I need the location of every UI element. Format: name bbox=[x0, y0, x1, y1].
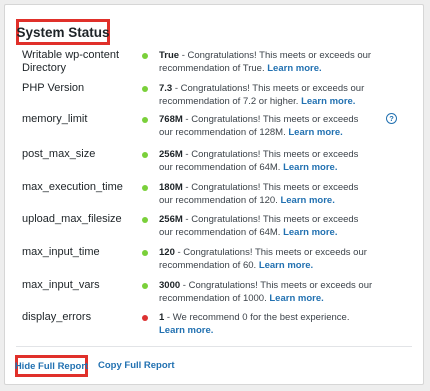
status-ok-icon bbox=[142, 86, 148, 92]
status-value: 256M bbox=[159, 214, 183, 225]
status-ok-icon bbox=[142, 217, 148, 223]
status-ok-icon bbox=[142, 283, 148, 289]
status-label: max_input_vars bbox=[22, 279, 100, 291]
question-circle-icon[interactable]: ? bbox=[386, 113, 397, 124]
status-ok-icon bbox=[142, 185, 148, 191]
status-label: max_execution_time bbox=[22, 181, 123, 193]
status-text: - We recommend 0 for the best experience… bbox=[164, 312, 350, 323]
learn-more-link[interactable]: Learn more. bbox=[259, 260, 313, 271]
status-ok-icon bbox=[142, 117, 148, 123]
status-label: display_errors bbox=[22, 311, 92, 323]
learn-more-link[interactable]: Learn more. bbox=[159, 325, 213, 336]
status-label: PHP Version bbox=[22, 82, 85, 94]
copy-full-report-link[interactable]: Copy Full Report bbox=[98, 360, 175, 371]
status-message: 120 - Congratulations! This meets or exc… bbox=[159, 246, 374, 272]
status-label: memory_limit bbox=[22, 113, 88, 125]
status-value: 7.3 bbox=[159, 83, 173, 94]
hide-full-report-link[interactable]: Hide Full Report bbox=[15, 361, 88, 372]
status-value: 3000 bbox=[159, 280, 181, 291]
learn-more-link[interactable]: Learn more. bbox=[267, 63, 321, 74]
status-text: - Congratulations! This meets or exceeds… bbox=[159, 280, 373, 304]
status-label: post_max_size bbox=[22, 148, 96, 160]
status-value: 768M bbox=[159, 114, 183, 125]
learn-more-link[interactable]: Learn more. bbox=[269, 293, 323, 304]
status-message: 3000 - Congratulations! This meets or ex… bbox=[159, 279, 374, 305]
status-ok-icon bbox=[142, 152, 148, 158]
status-message: 7.3 - Congratulations! This meets or exc… bbox=[159, 82, 374, 108]
panel-title: System Status bbox=[16, 24, 110, 40]
status-value: True bbox=[159, 50, 180, 61]
status-value: 120 bbox=[159, 247, 175, 258]
learn-more-link[interactable]: Learn more. bbox=[301, 96, 355, 107]
system-status-panel: System Status Writable wp-content Direct… bbox=[4, 4, 424, 385]
status-message: True - Congratulations! This meets or ex… bbox=[159, 49, 374, 75]
status-text: - Congratulations! This meets or exceeds… bbox=[159, 50, 372, 74]
learn-more-link[interactable]: Learn more. bbox=[288, 127, 342, 138]
status-label: Writable wp-content Directory bbox=[22, 49, 120, 74]
status-value: 180M bbox=[159, 182, 183, 193]
hide-report-highlight: Hide Full Report bbox=[15, 355, 88, 377]
status-ok-icon bbox=[142, 53, 148, 59]
status-error-icon bbox=[142, 315, 148, 321]
status-ok-icon bbox=[142, 250, 148, 256]
divider bbox=[16, 346, 412, 347]
status-message: 180M - Congratulations! This meets or ex… bbox=[159, 181, 374, 207]
learn-more-link[interactable]: Learn more. bbox=[280, 195, 334, 206]
title-highlight: System Status bbox=[16, 19, 110, 45]
status-message: 768M - Congratulations! This meets or ex… bbox=[159, 113, 374, 139]
learn-more-link[interactable]: Learn more. bbox=[283, 162, 337, 173]
status-message: 256M - Congratulations! This meets or ex… bbox=[159, 213, 374, 239]
status-label: upload_max_filesize bbox=[22, 213, 122, 225]
status-message: 256M - Congratulations! This meets or ex… bbox=[159, 148, 374, 174]
status-value: 256M bbox=[159, 149, 183, 160]
status-message: 1 - We recommend 0 for the best experien… bbox=[159, 311, 374, 337]
status-label: max_input_time bbox=[22, 246, 100, 258]
learn-more-link[interactable]: Learn more. bbox=[283, 227, 337, 238]
